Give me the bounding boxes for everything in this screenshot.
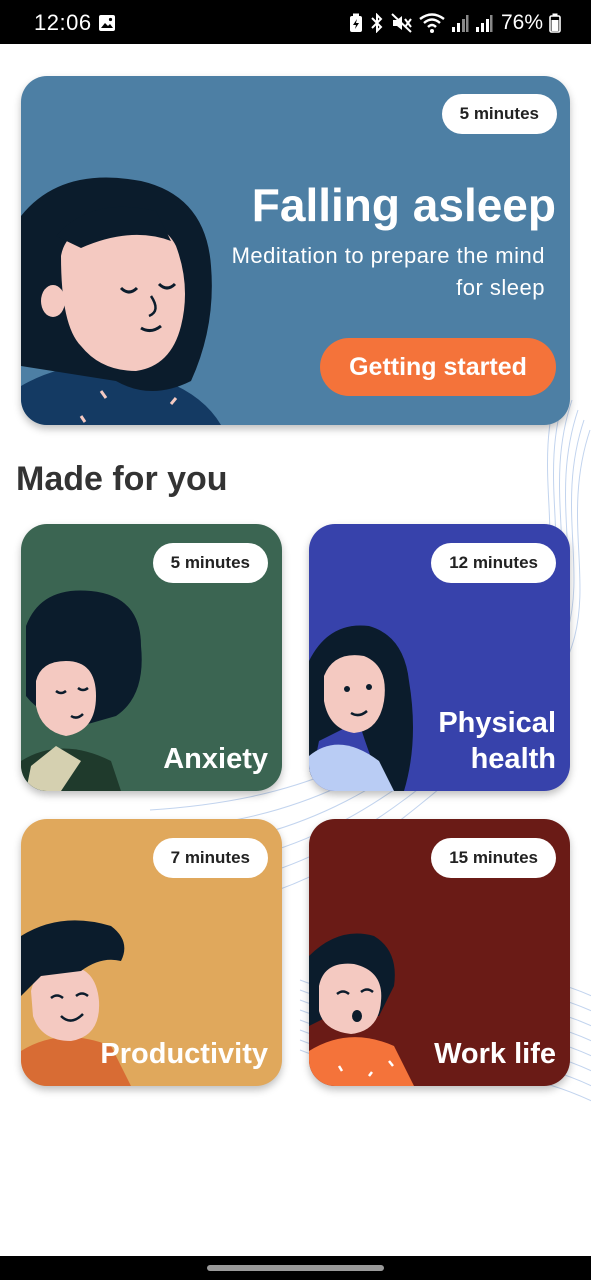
card-anxiety[interactable]: 5 minutes Anxiety bbox=[21, 524, 282, 791]
signal-icon-1 bbox=[451, 15, 469, 32]
navigation-bar bbox=[0, 1256, 591, 1280]
long-hair-woman-illustration bbox=[309, 625, 413, 791]
card-work-life[interactable]: 15 minutes Work life bbox=[309, 819, 570, 1086]
curly-hair-person-illustration bbox=[21, 590, 142, 791]
productivity-title: Productivity bbox=[100, 1038, 268, 1070]
battery-percent: 76% bbox=[500, 11, 543, 34]
getting-started-button[interactable]: Getting started bbox=[320, 338, 556, 396]
physical-health-title: Physical health bbox=[438, 707, 556, 775]
productivity-duration-badge: 7 minutes bbox=[152, 838, 268, 878]
section-title: Made for you bbox=[16, 460, 228, 498]
hero-title: Falling asleep bbox=[251, 179, 556, 231]
work-life-duration-badge: 15 minutes bbox=[431, 838, 556, 878]
wifi-icon bbox=[419, 13, 445, 33]
physical-health-duration-badge: 12 minutes bbox=[431, 543, 556, 583]
card-physical-health[interactable]: 12 minutes Physical health bbox=[309, 524, 570, 791]
card-productivity[interactable]: 7 minutes Productivity bbox=[21, 819, 282, 1086]
hero-card-falling-asleep[interactable]: 5 minutes Falling asleep Meditation to p… bbox=[21, 76, 570, 425]
anxiety-title: Anxiety bbox=[163, 743, 268, 775]
status-bar: 12:06 76% bbox=[0, 0, 591, 44]
anxiety-duration-badge: 5 minutes bbox=[152, 543, 268, 583]
hero-subtitle: Meditation to prepare the mind for sleep bbox=[231, 243, 545, 300]
home-gesture-handle[interactable] bbox=[207, 1265, 384, 1271]
bluetooth-icon bbox=[371, 13, 383, 33]
gallery-notification-icon bbox=[99, 15, 115, 31]
battery-icon bbox=[549, 13, 561, 33]
battery-saver-icon bbox=[349, 13, 362, 32]
bun-hair-woman-illustration bbox=[309, 933, 414, 1086]
status-time: 12:06 bbox=[34, 10, 92, 35]
hero-duration-badge: 5 minutes bbox=[441, 94, 557, 134]
signal-icon-2 bbox=[475, 15, 493, 32]
mute-icon bbox=[391, 13, 412, 33]
work-life-title: Work life bbox=[434, 1038, 556, 1070]
status-icons: 76% bbox=[349, 8, 561, 38]
sleeping-woman-illustration bbox=[21, 177, 221, 425]
